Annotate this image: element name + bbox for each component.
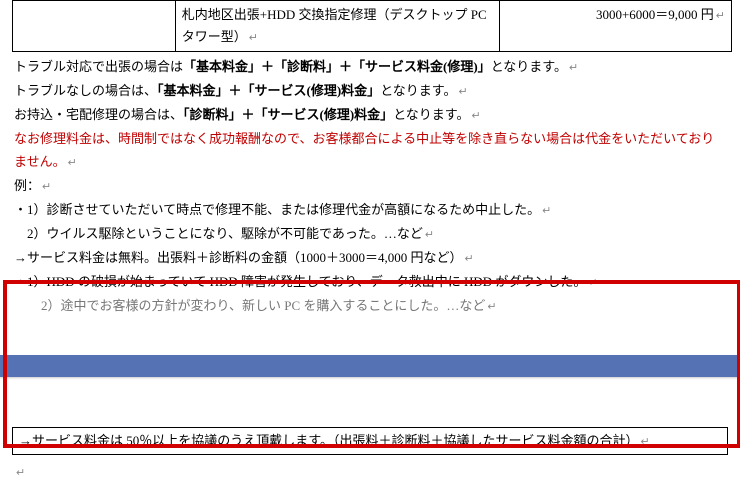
text: トラブルなしの場合は、 (14, 83, 157, 98)
return-mark: ↵ (487, 301, 496, 313)
text: トラブル対応で出張の場合は (14, 59, 183, 74)
page-divider (0, 355, 740, 377)
text: となります。 (380, 83, 456, 98)
return-mark: ↵ (425, 229, 434, 241)
return-mark: ↵ (542, 205, 551, 217)
text-bold: 「基本料金」＋「診断料」＋「サービス料金(修理)」 (183, 59, 491, 74)
cell-text: 札内地区出張+HDD 交換指定修理（デスクトップ PC タワー型） (182, 7, 487, 44)
text: 例： (14, 178, 40, 193)
return-mark: ↵ (459, 86, 468, 98)
paragraph: お持込・宅配修理の場合は、「診断料」＋「サービス(修理)料金」となります。↵ (14, 104, 726, 126)
paragraph-warning: なお修理料金は、時間制ではなく成功報酬なので、お客様都合による中止等を除き直らな… (14, 128, 726, 172)
text: ・1）診断させていただいて時点で修理不能、または修理代金が高額になるため中止した… (14, 202, 540, 217)
body-section: トラブル対応で出張の場合は「基本料金」＋「診断料」＋「サービス料金(修理)」とな… (14, 56, 726, 293)
return-mark: ↵ (472, 110, 481, 122)
return-mark: ↵ (42, 181, 51, 193)
paragraph: ↵ (14, 461, 726, 483)
paragraph: トラブル対応で出張の場合は「基本料金」＋「診断料」＋「サービス料金(修理)」とな… (14, 56, 726, 78)
paragraph: ・1）診断させていただいて時点で修理不能、または修理代金が高額になるため中止した… (14, 199, 726, 221)
return-mark: ↵ (465, 253, 474, 265)
text-bold: 「基本料金」＋「サービス(修理)料金」 (157, 83, 380, 98)
paragraph: 例：↵ (14, 175, 726, 197)
paragraph: →サービス料金は無料。出張料＋診断料の金額（1000＋3000＝4,000 円な… (14, 247, 726, 269)
table-cell: 3000+6000＝9,000 円↵ (499, 1, 731, 52)
text: お持込・宅配修理の場合は、 (14, 107, 183, 122)
text: となります。 (393, 107, 469, 122)
return-mark: ↵ (716, 10, 725, 22)
table-cell: 札内地区出張+HDD 交換指定修理（デスクトップ PC タワー型）↵ (175, 1, 499, 52)
text: 2）途中でお客様の方針が変わり、新しい PC を購入することにした。…など (28, 298, 485, 313)
cell-text: 3000+6000＝9,000 円 (596, 7, 714, 22)
text: →サービス料金は 50％以上を協議のうえ頂戴します。（出張料＋診断料＋協議したサ… (19, 433, 638, 448)
paragraph: ・1）HDD の破損が始まっていて HDD 障害が発生しており、データ救出中に … (14, 271, 726, 293)
paragraph-cutoff: 2）途中でお客様の方針が変わり、新しい PC を購入することにした。…など↵ (0, 295, 740, 317)
return-mark: ↵ (640, 436, 649, 448)
return-mark: ↵ (588, 277, 597, 289)
text: →サービス料金は無料。出張料＋診断料の金額（1000＋3000＝4,000 円な… (14, 250, 463, 265)
paragraph: トラブルなしの場合は、「基本料金」＋「サービス(修理)料金」となります。↵ (14, 80, 726, 102)
text: ・1）HDD の破損が始まっていて HDD 障害が発生しており、データ救出中に … (14, 274, 586, 289)
table-cell (13, 1, 176, 52)
footer-box: →サービス料金は 50％以上を協議のうえ頂戴します。（出張料＋診断料＋協議したサ… (12, 427, 728, 455)
return-mark: ↵ (569, 62, 578, 74)
text-bold: 「診断料」＋「サービス(修理)料金」 (183, 107, 393, 122)
text: 2）ウイルス駆除ということになり、駆除が不可能であった。…など (14, 226, 423, 241)
table-row: 札内地区出張+HDD 交換指定修理（デスクトップ PC タワー型）↵ 3000+… (13, 1, 732, 52)
paragraph: 2）ウイルス駆除ということになり、駆除が不可能であった。…など↵ (14, 223, 726, 245)
return-mark: ↵ (68, 157, 77, 169)
pricing-table: 札内地区出張+HDD 交換指定修理（デスクトップ PC タワー型）↵ 3000+… (12, 0, 732, 52)
return-mark: ↵ (16, 467, 25, 479)
text: なお修理料金は、時間制ではなく成功報酬なので、お客様都合による中止等を除き直らな… (14, 131, 714, 168)
return-mark: ↵ (249, 32, 258, 44)
text: となります。 (491, 59, 567, 74)
